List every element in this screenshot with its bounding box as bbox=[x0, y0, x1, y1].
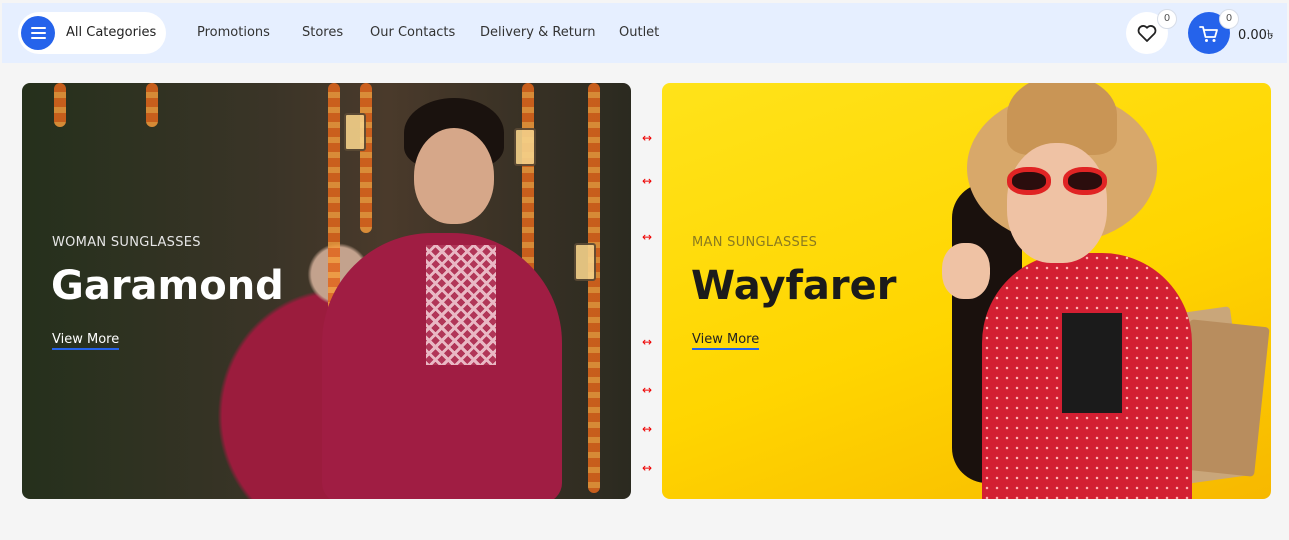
nav-stores[interactable]: Stores bbox=[302, 25, 343, 40]
view-more-link[interactable]: View More bbox=[52, 332, 120, 350]
banner-woman[interactable]: WOMAN SUNGLASSES Garamond View More bbox=[22, 83, 631, 499]
garland-decoration bbox=[360, 83, 372, 233]
kurta-embroidery bbox=[426, 245, 496, 365]
lantern-decoration bbox=[514, 128, 536, 166]
model-face bbox=[414, 128, 494, 224]
model-hand bbox=[942, 243, 990, 299]
banner-title: Wayfarer bbox=[691, 263, 897, 309]
hamburger-menu-icon bbox=[21, 16, 55, 50]
nav-promotions[interactable]: Promotions bbox=[197, 25, 270, 40]
nav-our-contacts[interactable]: Our Contacts bbox=[370, 25, 455, 40]
resize-arrow-icon: ↔ bbox=[641, 335, 653, 349]
lantern-decoration bbox=[574, 243, 596, 281]
resize-arrow-icon: ↔ bbox=[641, 174, 653, 188]
banner-title: Garamond bbox=[51, 263, 284, 309]
wishlist-button[interactable]: 0 bbox=[1126, 9, 1177, 54]
banner-subtitle: WOMAN SUNGLASSES bbox=[52, 235, 201, 250]
banner-subtitle: MAN SUNGLASSES bbox=[692, 235, 818, 250]
cart-total: 0.00৳ bbox=[1238, 28, 1274, 43]
garland-decoration bbox=[54, 83, 66, 127]
view-more-link[interactable]: View More bbox=[692, 332, 760, 350]
resize-arrow-icon: ↔ bbox=[641, 461, 653, 475]
cart-button[interactable]: 0 bbox=[1188, 9, 1239, 54]
garland-decoration bbox=[146, 83, 158, 127]
cart-count-badge: 0 bbox=[1219, 9, 1239, 29]
all-categories-button[interactable]: All Categories bbox=[18, 12, 166, 54]
resize-arrow-icon: ↔ bbox=[641, 131, 653, 145]
all-categories-label: All Categories bbox=[66, 25, 157, 40]
wishlist-count-badge: 0 bbox=[1157, 9, 1177, 29]
sunglasses-icon bbox=[1007, 167, 1111, 197]
model-face bbox=[1007, 143, 1107, 263]
header-bar: All Categories Promotions Stores Our Con… bbox=[2, 3, 1287, 63]
resize-arrow-icon: ↔ bbox=[641, 383, 653, 397]
banner-man[interactable]: MAN SUNGLASSES Wayfarer View More bbox=[662, 83, 1271, 499]
lantern-decoration bbox=[344, 113, 366, 151]
resize-arrow-icon: ↔ bbox=[641, 422, 653, 436]
nav-delivery-return[interactable]: Delivery & Return bbox=[480, 25, 596, 40]
resize-arrow-icon: ↔ bbox=[641, 230, 653, 244]
model-top bbox=[1062, 313, 1122, 413]
garland-decoration bbox=[588, 83, 600, 493]
nav-outlet[interactable]: Outlet bbox=[619, 25, 659, 40]
